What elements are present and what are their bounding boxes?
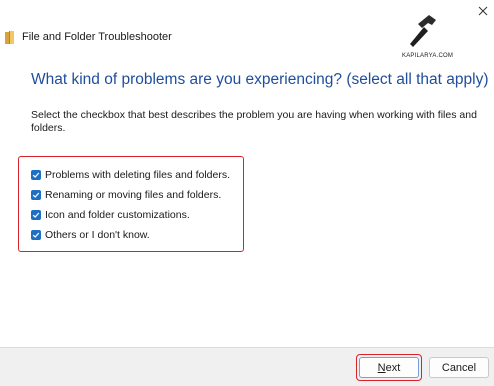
folder-icon (5, 31, 15, 44)
option-customizations[interactable]: Icon and folder customizations. (31, 208, 190, 222)
next-button[interactable]: Next (359, 357, 419, 378)
option-renaming[interactable]: Renaming or moving files and folders. (31, 188, 221, 202)
page-heading: What kind of problems are you experienci… (31, 71, 489, 88)
checkbox-checked-icon[interactable] (31, 190, 41, 200)
instructions-text: Select the checkbox that best describes … (31, 109, 477, 134)
window-title: File and Folder Troubleshooter (22, 31, 172, 43)
cancel-button[interactable]: Cancel (429, 357, 489, 378)
checkbox-checked-icon[interactable] (31, 230, 41, 240)
watermark-text: KAPILARYA.COM (402, 53, 454, 59)
option-deleting[interactable]: Problems with deleting files and folders… (31, 168, 230, 182)
hammer-icon (410, 15, 436, 47)
checkbox-checked-icon[interactable] (31, 170, 41, 180)
checkbox-checked-icon[interactable] (31, 210, 41, 220)
option-label: Renaming or moving files and folders. (45, 189, 222, 201)
option-label: Icon and folder customizations. (45, 209, 190, 221)
option-others[interactable]: Others or I don't know. (31, 228, 150, 242)
next-button-label: Next (377, 361, 401, 374)
option-label: Others or I don't know. (45, 229, 150, 241)
close-icon (478, 6, 488, 16)
option-label: Problems with deleting files and folders… (45, 169, 231, 181)
close-button[interactable] (474, 2, 492, 20)
cancel-button-label: Cancel (441, 361, 477, 374)
